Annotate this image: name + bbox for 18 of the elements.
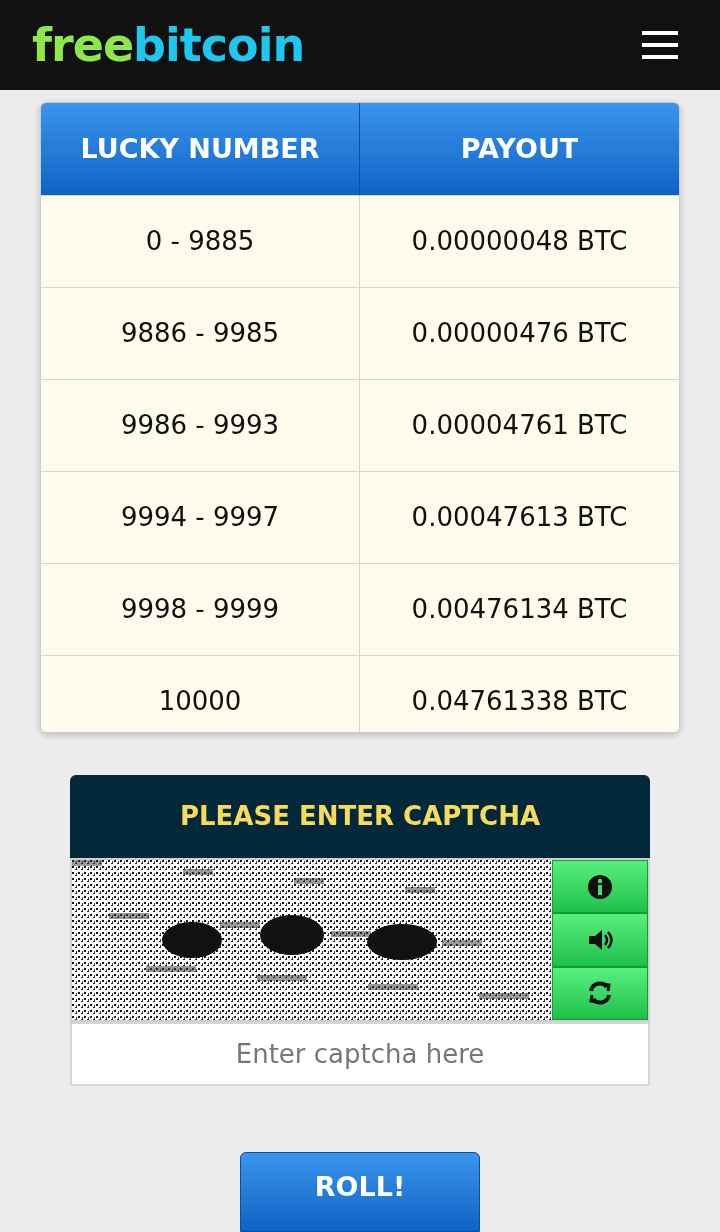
table-cell-text: 0.00000476 BTC — [410, 317, 629, 350]
audio-button[interactable] — [552, 913, 648, 967]
table-cell-text: 0.00004761 BTC — [410, 409, 629, 442]
info-button[interactable] — [552, 860, 648, 914]
info-icon — [586, 872, 614, 901]
refresh-button[interactable] — [552, 966, 648, 1020]
refresh-icon — [586, 979, 614, 1008]
table-cell-text: 0.00000048 BTC — [410, 225, 629, 258]
captcha-title: PLEASE ENTER CAPTCHA — [70, 775, 650, 858]
column-header: PAYOUT — [459, 131, 580, 166]
roll-button[interactable]: ROLL! — [240, 1152, 480, 1232]
table-cell-text: 0.00476134 BTC — [410, 593, 629, 626]
table-cell-text: 0.00047613 BTC — [410, 501, 629, 534]
menu-icon[interactable] — [642, 30, 678, 60]
table-cell: 10000 — [41, 656, 360, 732]
table-cell-text: 0.04761338 BTC — [410, 685, 629, 718]
logo[interactable]: freebitcoin — [32, 22, 305, 68]
captcha-field[interactable]: Enter captcha here — [70, 1022, 650, 1086]
